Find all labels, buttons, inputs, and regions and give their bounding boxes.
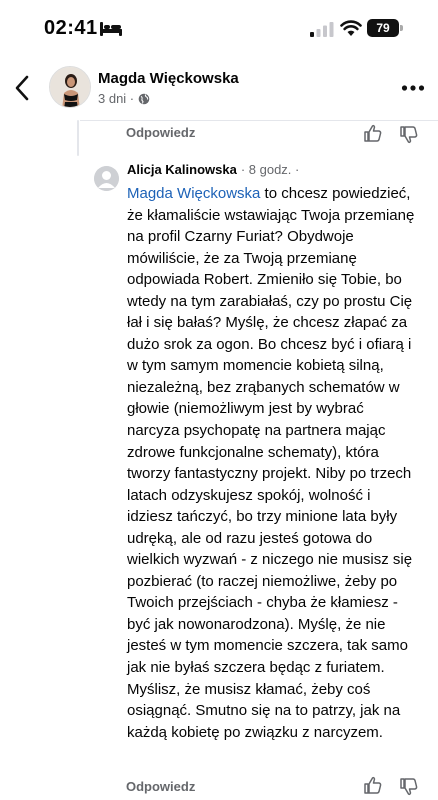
thumbs-down-icon[interactable] <box>399 777 419 797</box>
commenter-avatar[interactable] <box>94 166 119 191</box>
post-meta: 3 dni · <box>98 91 150 106</box>
reply-row-top: Odpowiedz <box>126 121 195 143</box>
comment-text: to chcesz powiedzieć, że kłamaliście wst… <box>127 185 415 741</box>
wifi-icon <box>340 20 362 36</box>
default-avatar-icon <box>94 166 119 191</box>
globe-icon <box>138 93 150 104</box>
status-time: 02:41 <box>44 17 98 39</box>
avatar-photo-icon <box>50 67 90 107</box>
thread-line <box>77 120 79 156</box>
thumbs-up-icon[interactable] <box>363 775 383 795</box>
sleep-focus-icon <box>100 22 122 36</box>
post-header: Magda Więckowska 3 dni · <box>0 58 438 122</box>
thumbs-up-icon[interactable] <box>363 123 383 143</box>
reply-button[interactable]: Odpowiedz <box>126 125 195 140</box>
reply-row-bottom: Odpowiedz <box>126 775 195 797</box>
comment-header: Alicja Kalinowska · 8 godz. · <box>127 162 299 177</box>
thumbs-down-icon[interactable] <box>399 125 419 145</box>
comment-author[interactable]: Alicja Kalinowska <box>127 162 237 177</box>
comment-body: Magda Więckowska to chcesz powiedzieć, ż… <box>127 183 419 743</box>
cellular-signal-icon <box>310 22 334 37</box>
author-name[interactable]: Magda Więckowska <box>98 70 239 87</box>
status-bar: 02:41 79 <box>0 0 438 58</box>
post-age: 3 dni · <box>98 91 135 106</box>
battery-indicator: 79 <box>367 19 399 37</box>
comment-time: · 8 godz. · <box>240 162 300 177</box>
mention-link[interactable]: Magda Więckowska <box>127 185 260 202</box>
avatar[interactable] <box>49 66 91 108</box>
chevron-left-icon[interactable] <box>12 74 34 102</box>
more-horizontal-icon[interactable] <box>401 84 425 92</box>
reply-button[interactable]: Odpowiedz <box>126 779 195 794</box>
battery-tip <box>400 25 403 31</box>
